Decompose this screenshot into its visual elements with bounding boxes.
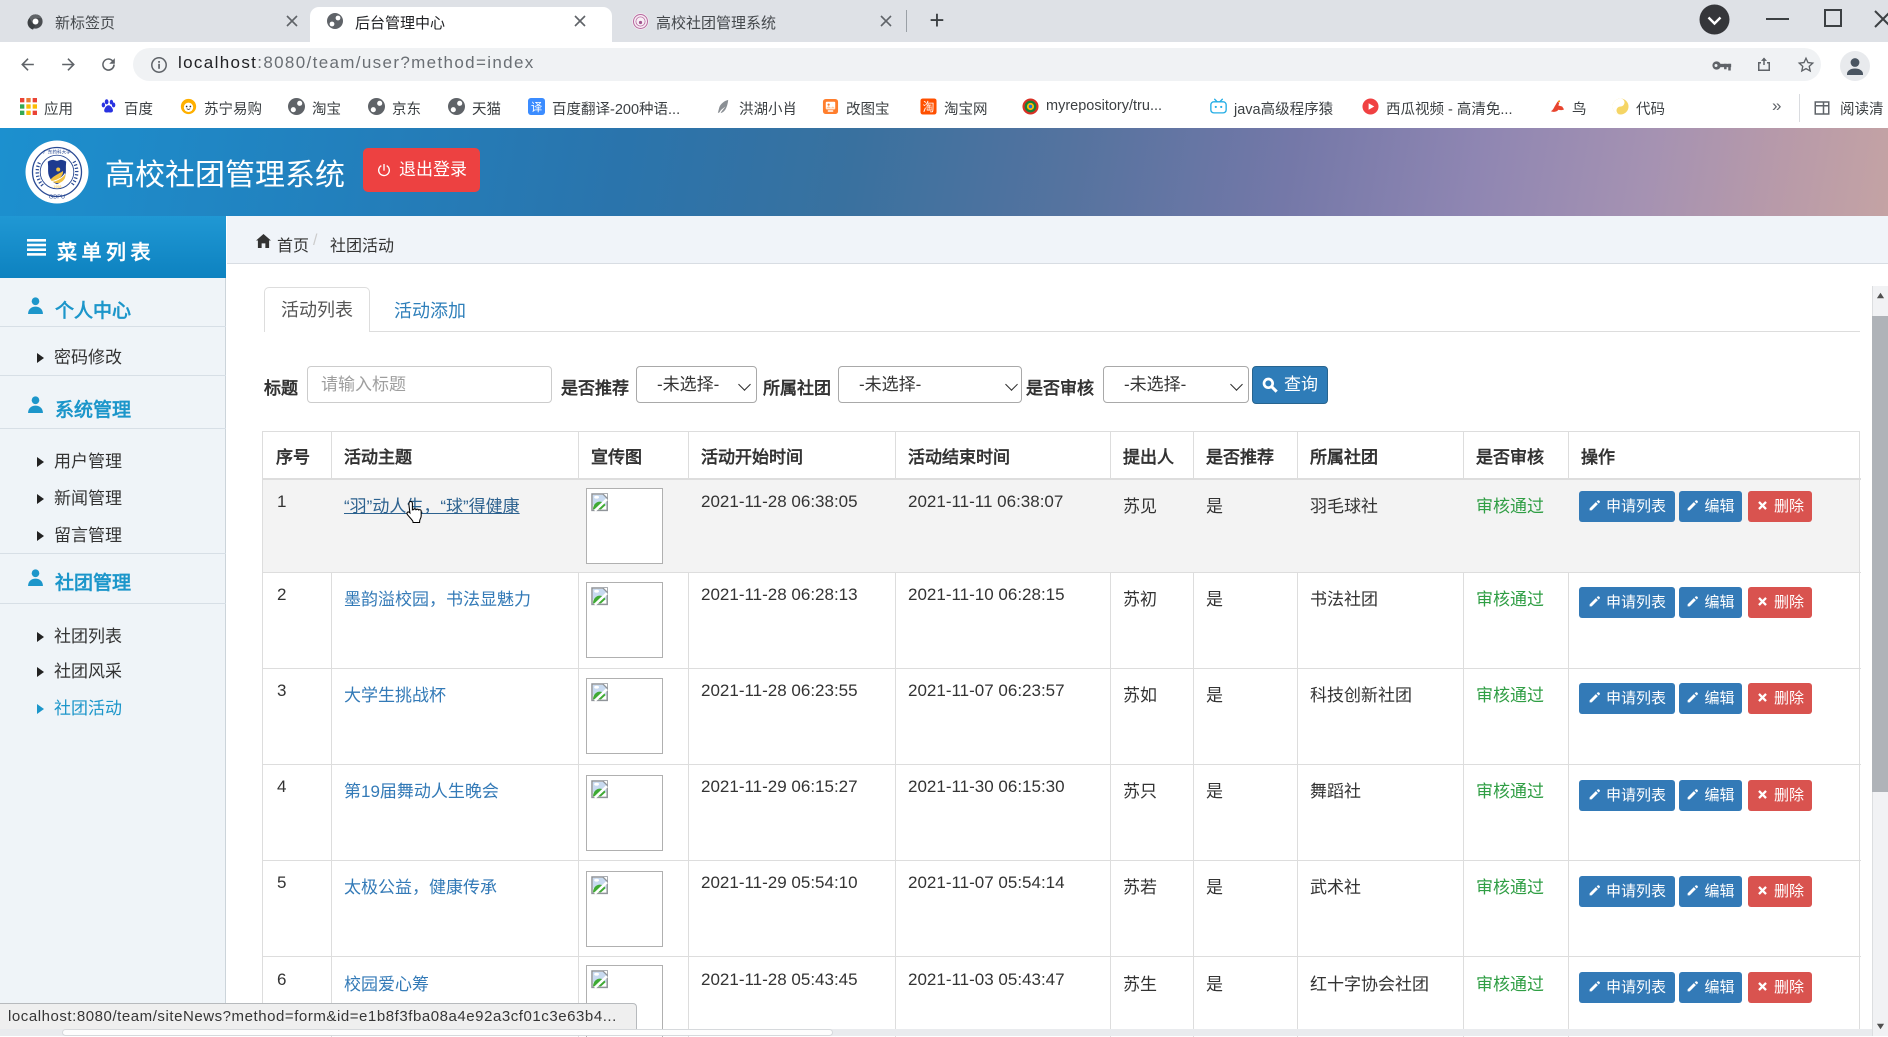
svg-text:淘: 淘: [923, 100, 935, 114]
svg-text:GDPU: GDPU: [49, 195, 65, 201]
svg-text:译: 译: [531, 101, 542, 114]
svg-text:1958: 1958: [53, 185, 61, 189]
svg-text:广东药科大学: 广东药科大学: [43, 149, 71, 156]
